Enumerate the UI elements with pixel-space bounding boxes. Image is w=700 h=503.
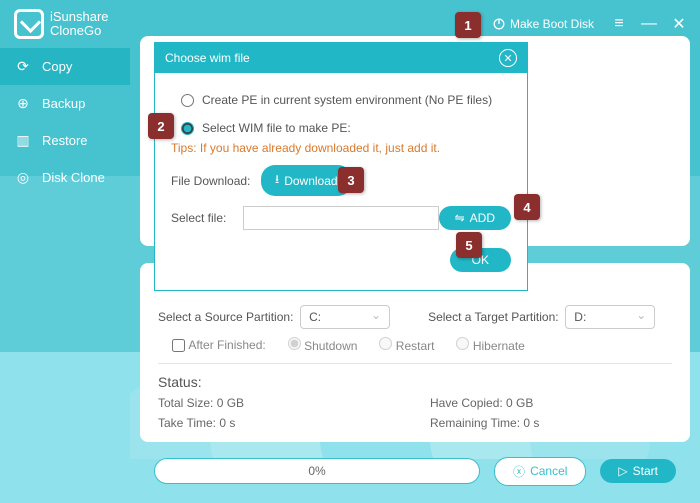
status-title: Status: [158, 374, 672, 390]
cancel-label: Cancel [530, 464, 567, 478]
logo-icon [14, 9, 44, 39]
sidebar-item-restore[interactable]: ▥ Restore [0, 122, 130, 159]
option-select-label: Select WIM file to make PE: [202, 121, 351, 135]
close-window-button[interactable]: ✕ [664, 14, 694, 34]
after-finished-input[interactable] [172, 339, 185, 352]
backup-icon: ⊕ [14, 95, 32, 112]
callout-4: 4 [514, 194, 540, 220]
sidebar-item-copy[interactable]: ⟳ Copy [0, 48, 130, 85]
make-boot-label: Make Boot Disk [510, 17, 594, 31]
option-create-pe[interactable]: Create PE in current system environment … [181, 93, 511, 107]
select-file-input[interactable] [243, 206, 438, 230]
download-icon: ⭳ [275, 170, 279, 191]
sidebar-item-diskclone[interactable]: ◎ Disk Clone [0, 159, 130, 196]
callout-2: 2 [148, 113, 174, 139]
sidebar-item-backup[interactable]: ⊕ Backup [0, 85, 130, 122]
radio-restart[interactable]: Restart [379, 337, 434, 353]
disk-icon: ◎ [14, 169, 32, 186]
footer-bar: 0% ⓧ Cancel ▷ Start [140, 449, 690, 493]
file-download-label: File Download: [171, 174, 261, 188]
minimize-button[interactable]: — [634, 15, 664, 33]
target-partition-label: Select a Target Partition: [428, 310, 559, 324]
cancel-button[interactable]: ⓧ Cancel [494, 457, 586, 486]
status-total: Total Size: 0 GB [158, 396, 400, 410]
status-copied: Have Copied: 0 GB [430, 396, 672, 410]
radio-hibernate[interactable]: Hibernate [456, 337, 524, 353]
menu-button[interactable]: ≡ [604, 15, 634, 33]
play-icon: ▷ [618, 464, 627, 478]
radio-create-pe[interactable] [181, 94, 194, 107]
sidebar-item-label: Restore [42, 133, 88, 148]
dialog-tips: Tips: If you have already downloaded it,… [171, 141, 511, 155]
callout-5: 5 [456, 232, 482, 258]
sidebar-item-label: Disk Clone [42, 170, 105, 185]
source-partition-select[interactable]: C: [300, 305, 390, 329]
sidebar-item-label: Backup [42, 96, 85, 111]
power-icon [492, 17, 506, 31]
sidebar: ⟳ Copy ⊕ Backup ▥ Restore ◎ Disk Clone [0, 48, 130, 503]
after-finished-checkbox[interactable]: After Finished: [172, 338, 266, 352]
progress-bar: 0% [154, 458, 480, 484]
status-remain: Remaining Time: 0 s [430, 416, 672, 430]
dialog-title: Choose wim file [165, 51, 250, 65]
target-partition-select[interactable]: D: [565, 305, 655, 329]
radio-select-wim[interactable] [181, 122, 194, 135]
callout-1: 1 [455, 12, 481, 38]
make-boot-disk-button[interactable]: Make Boot Disk [482, 11, 604, 37]
brand-bottom: CloneGo [50, 24, 109, 38]
sidebar-item-label: Copy [42, 59, 72, 74]
restore-icon: ▥ [14, 132, 32, 149]
copy-icon: ⟳ [14, 58, 32, 75]
start-label: Start [633, 464, 658, 478]
option-create-label: Create PE in current system environment … [202, 93, 492, 107]
dialog-title-bar: Choose wim file ✕ [155, 43, 527, 73]
radio-shutdown[interactable]: Shutdown [288, 337, 358, 353]
dialog-close-button[interactable]: ✕ [499, 49, 517, 67]
brand-top: iSunshare [50, 10, 109, 24]
app-logo: iSunshare CloneGo [14, 9, 109, 39]
source-partition-label: Select a Source Partition: [158, 310, 293, 324]
usb-icon: ⇋ [455, 211, 465, 225]
add-button[interactable]: ⇋ ADD [439, 206, 511, 230]
start-button[interactable]: ▷ Start [600, 459, 676, 483]
cancel-icon: ⓧ [513, 463, 525, 480]
callout-3: 3 [338, 167, 364, 193]
option-select-wim[interactable]: Select WIM file to make PE: [181, 121, 511, 135]
status-take: Take Time: 0 s [158, 416, 400, 430]
after-finished-label: After Finished: [188, 338, 265, 352]
select-file-label: Select file: [171, 211, 235, 225]
